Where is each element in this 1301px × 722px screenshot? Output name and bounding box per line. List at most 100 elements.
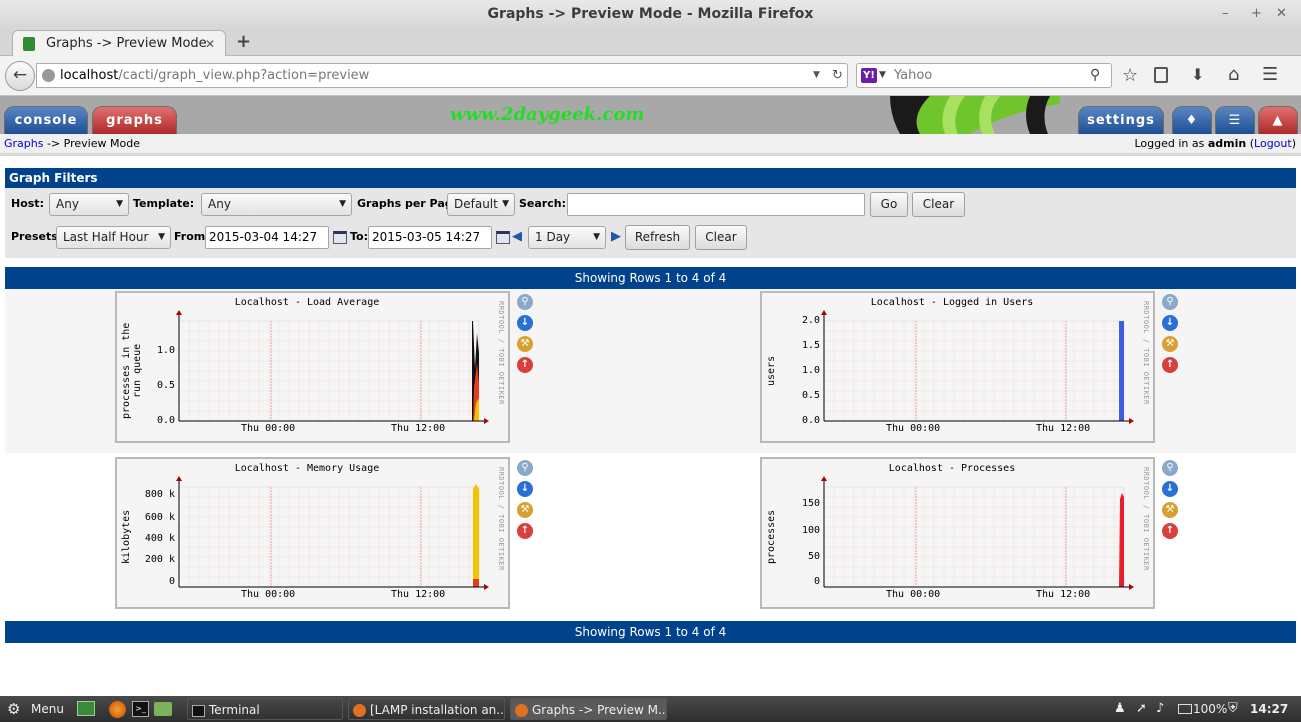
presets-select[interactable]: Last Half Hour ▼ — [56, 226, 171, 249]
edit-graph-icon[interactable]: ⚒ — [517, 336, 533, 352]
graph-y-axis-label: processes in the run queue — [121, 322, 143, 419]
preview-view-icon[interactable]: ▲ — [1258, 106, 1298, 134]
reload-icon[interactable]: ↻ — [832, 64, 843, 87]
download-csv-icon[interactable]: ↓ — [517, 481, 533, 497]
tab-strip: Graphs -> Preview Mode ✕ + — [0, 28, 1301, 57]
graph-x-tick-label: Thu 00:00 — [886, 589, 941, 600]
shield-icon[interactable]: ⛨ — [1228, 696, 1238, 722]
graph-rrdtool-credit: RRDTOOL / TOBI OETIKER — [497, 301, 505, 405]
search-input[interactable]: Yahoo — [894, 64, 932, 87]
tree-view-icon[interactable]: ♦ — [1172, 106, 1212, 134]
graph-x-tick-label: Thu 12:00 — [391, 423, 446, 434]
refresh-button[interactable]: Refresh — [625, 225, 690, 250]
graph-panel[interactable]: Localhost - Load Average RRDTOOL / TOBI O… — [115, 291, 510, 443]
top-icon[interactable]: ↑ — [1162, 357, 1178, 373]
task-lamp[interactable]: [LAMP installation an... — [348, 698, 505, 720]
presets-label: Presets: — [11, 230, 63, 243]
url-dropdown-icon[interactable]: ▼ — [813, 64, 820, 87]
menu-gear-icon[interactable]: ⚙ — [7, 696, 20, 722]
download-csv-icon[interactable]: ↓ — [517, 315, 533, 331]
search-engine-dropdown-icon[interactable]: ▼ — [879, 64, 886, 87]
back-button[interactable]: ← — [5, 61, 35, 91]
graph-x-tick-label: Thu 00:00 — [886, 423, 941, 434]
graph-y-tick-label: 0 — [168, 576, 175, 587]
task-graphs[interactable]: Graphs -> Preview M... — [510, 698, 667, 720]
search-bar[interactable]: Y! ▼ Yahoo ⚲ — [856, 63, 1112, 88]
clear-timespan-button[interactable]: Clear — [695, 225, 747, 250]
edit-graph-icon[interactable]: ⚒ — [1162, 336, 1178, 352]
top-icon[interactable]: ↑ — [517, 357, 533, 373]
terminal-launcher-icon[interactable]: >_ — [132, 701, 149, 717]
cacti-header: console graphs www.2daygeek.com settings… — [0, 96, 1301, 134]
search-label: Search: — [519, 197, 566, 210]
logout-link[interactable]: Logout — [1254, 137, 1292, 150]
host-select-value: Any — [56, 197, 79, 211]
maximize-button[interactable]: + — [1251, 4, 1262, 24]
template-select[interactable]: Any ▼ — [201, 193, 352, 216]
list-view-icon[interactable]: ☰ — [1215, 106, 1255, 134]
download-csv-icon[interactable]: ↓ — [1162, 315, 1178, 331]
zoom-icon[interactable]: ⚲ — [1162, 294, 1178, 310]
user-icon[interactable]: ♟ — [1114, 696, 1126, 722]
tab-settings[interactable]: settings — [1078, 106, 1164, 134]
graph-y-tick-label: 150 — [801, 498, 820, 509]
graph-panel[interactable]: Localhost - Memory Usage RRDTOOL / TOBI O… — [115, 457, 510, 609]
zoom-icon[interactable]: ⚲ — [1162, 460, 1178, 476]
edit-graph-icon[interactable]: ⚒ — [517, 502, 533, 518]
show-desktop-icon[interactable] — [77, 701, 95, 716]
bookmark-star-icon[interactable]: ☆ — [1122, 65, 1138, 86]
breadcrumb-graphs-link[interactable]: Graphs — [4, 137, 43, 150]
task-terminal[interactable]: Terminal — [187, 698, 343, 720]
reading-list-icon[interactable] — [1154, 67, 1168, 83]
host-select[interactable]: Any ▼ — [49, 193, 129, 216]
url-bar[interactable]: localhost/cacti/graph_view.php?action=pr… — [36, 63, 848, 88]
breadcrumb-separator: -> — [43, 137, 64, 150]
zoom-icon[interactable]: ⚲ — [517, 294, 533, 310]
go-button[interactable]: Go — [870, 192, 908, 217]
task-graphs-label: Graphs -> Preview M... — [532, 703, 667, 717]
clear-search-button[interactable]: Clear — [912, 192, 965, 217]
top-icon[interactable]: ↑ — [517, 523, 533, 539]
graph-actions: ⚲ ↓ ⚒ ↑ — [517, 460, 537, 544]
firefox-icon — [515, 704, 528, 717]
edit-graph-icon[interactable]: ⚒ — [1162, 502, 1178, 518]
minimize-button[interactable]: – — [1222, 4, 1229, 24]
from-date-input[interactable]: 2015-03-04 14:27 — [205, 226, 329, 249]
search-icon[interactable]: ⚲ — [1090, 64, 1100, 87]
new-tab-button[interactable]: + — [236, 30, 251, 54]
search-field[interactable] — [567, 193, 865, 216]
top-icon[interactable]: ↑ — [1162, 523, 1178, 539]
template-select-value: Any — [208, 197, 231, 211]
graphs-per-page-select[interactable]: Default ▼ — [447, 193, 515, 216]
download-csv-icon[interactable]: ↓ — [1162, 481, 1178, 497]
firefox-launcher-icon[interactable] — [109, 701, 126, 718]
files-launcher-icon[interactable] — [154, 702, 172, 716]
to-date-input[interactable]: 2015-03-05 14:27 — [368, 226, 492, 249]
shift-left-arrow-icon[interactable]: ◀ — [512, 229, 522, 244]
graph-actions: ⚲ ↓ ⚒ ↑ — [1162, 460, 1182, 544]
browser-tab[interactable]: Graphs -> Preview Mode ✕ — [12, 30, 226, 57]
from-calendar-icon[interactable] — [333, 231, 347, 244]
close-window-button[interactable]: ✕ — [1276, 4, 1287, 24]
volume-icon[interactable]: ♪ — [1156, 696, 1164, 722]
start-menu-button[interactable]: Menu — [31, 696, 64, 722]
graph-y-tick-label: 1.5 — [801, 340, 820, 351]
tab-close-icon[interactable]: ✕ — [205, 31, 215, 57]
network-icon[interactable]: ➚ — [1136, 696, 1147, 722]
graph-title: Localhost - Load Average — [234, 297, 380, 308]
home-icon[interactable]: ⌂ — [1228, 64, 1239, 85]
tab-graphs[interactable]: graphs — [92, 106, 177, 134]
timespan-select[interactable]: 1 Day ▼ — [528, 226, 606, 249]
tab-console[interactable]: console — [4, 106, 88, 134]
clock: 14:27 — [1250, 702, 1289, 716]
to-calendar-icon[interactable] — [496, 231, 510, 244]
task-terminal-label: Terminal — [209, 703, 260, 717]
battery-icon[interactable] — [1178, 704, 1192, 714]
graph-title: Localhost - Memory Usage — [234, 463, 380, 474]
downloads-icon[interactable]: ⬇ — [1191, 65, 1204, 84]
zoom-icon[interactable]: ⚲ — [517, 460, 533, 476]
menu-icon[interactable]: ☰ — [1262, 64, 1278, 85]
graph-panel[interactable]: Localhost - Processes RRDTOOL / TOBI OETI… — [760, 457, 1155, 609]
shift-right-arrow-icon[interactable]: ▶ — [611, 229, 621, 244]
graph-panel[interactable]: Localhost - Logged in Users RRDTOOL / TOB… — [760, 291, 1155, 443]
